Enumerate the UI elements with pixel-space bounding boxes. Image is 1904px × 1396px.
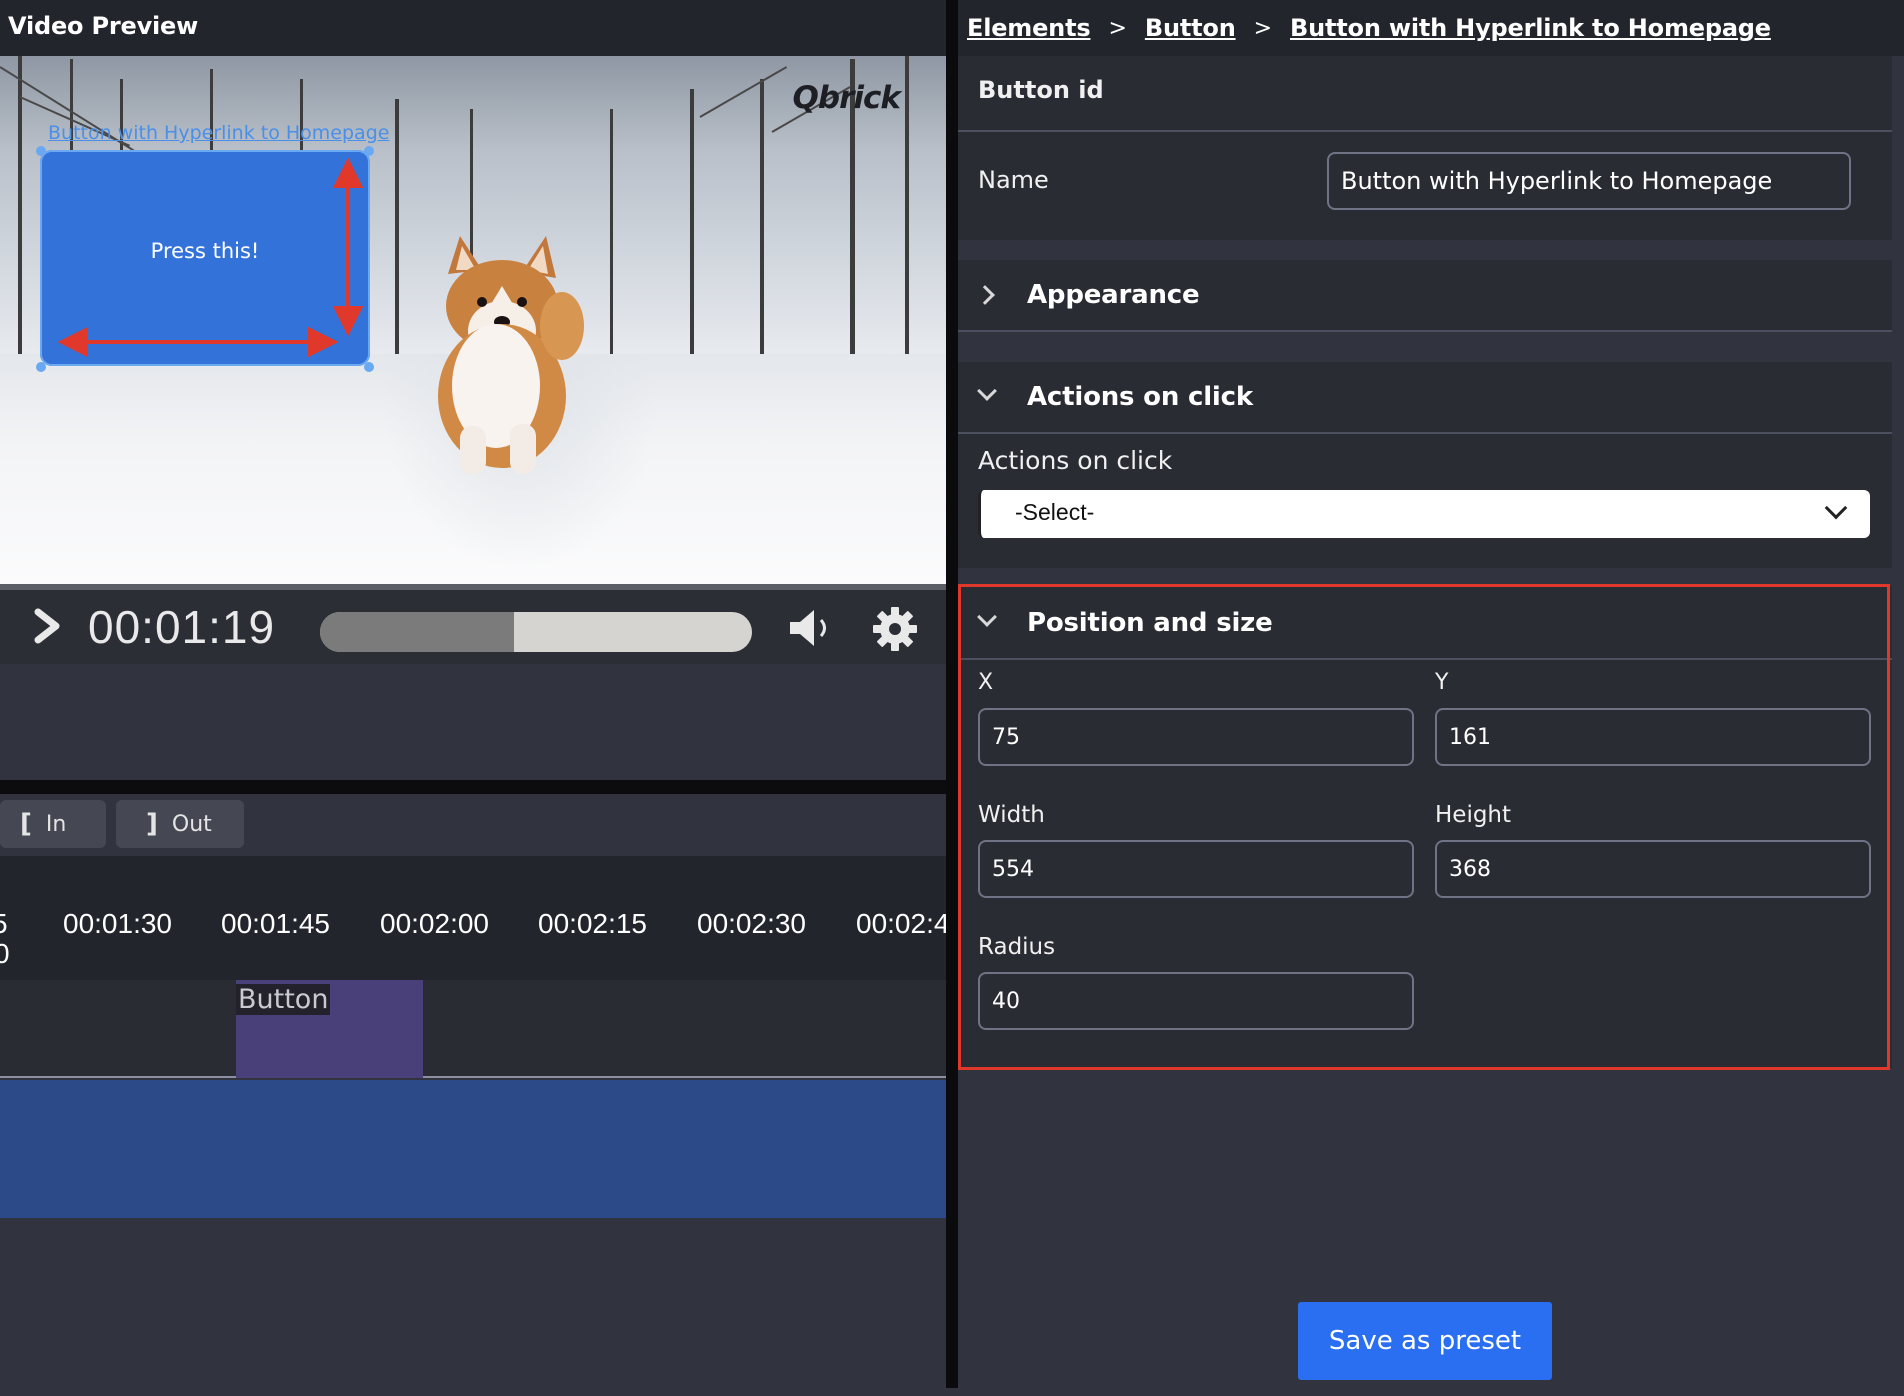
name-input[interactable]: Button with Hyperlink to Homepage (1327, 152, 1851, 210)
actions-select-value: -Select- (1015, 499, 1095, 525)
pane-divider[interactable] (0, 780, 946, 794)
set-in-button[interactable]: [ In (0, 800, 106, 848)
panel-splitter-gap (946, 1388, 958, 1396)
actions-select[interactable]: -Select- (978, 490, 1870, 538)
video-track[interactable] (0, 1080, 946, 1218)
player-controls: 00:01:19 (0, 584, 946, 664)
breadcrumb-elements[interactable]: Elements (967, 14, 1091, 42)
ruler-tick: 00:02:00 (380, 908, 489, 939)
video-preview-header: Video Preview (0, 0, 946, 56)
breadcrumb-current-element[interactable]: Button with Hyperlink to Homepage (1290, 14, 1771, 42)
button-id-label: Button id (978, 76, 1104, 104)
appearance-section-header[interactable]: Appearance (958, 260, 1892, 332)
preview-spacer (0, 664, 946, 780)
ruler-tick: 00:02:15 (538, 908, 647, 939)
set-out-button[interactable]: ] Out (116, 800, 244, 848)
highlight-box (958, 584, 1890, 1070)
chevron-down-icon (977, 381, 997, 401)
element-track: Button (0, 980, 946, 1078)
in-out-toolbar: [ In ] Out (0, 794, 946, 856)
overlay-button-name-label: Button with Hyperlink to Homepage (48, 122, 390, 144)
ruler-tick: 00:01:45 (221, 908, 330, 939)
tree (760, 79, 764, 379)
set-in-label: In (45, 811, 67, 837)
ruler-tick: 00:01:30 (63, 908, 172, 939)
tree (905, 56, 909, 379)
corgi-dog-image (438, 236, 584, 474)
breadcrumb: Elements > Button > Button with Hyperlin… (958, 0, 1904, 56)
progress-fill (320, 612, 515, 652)
save-as-preset-button[interactable]: Save as preset (1298, 1302, 1552, 1380)
video-frame[interactable]: Qbrick Button with Hyperlink to Homepage… (0, 56, 946, 584)
actions-section-header[interactable]: Actions on click (958, 362, 1892, 434)
video-preview-title: Video Preview (8, 12, 199, 40)
chevron-down-icon (1824, 496, 1848, 520)
ruler-tick: 00:02:30 (697, 908, 806, 939)
size-annotation-arrows (57, 157, 364, 358)
tree (18, 56, 22, 379)
appearance-title: Appearance (1027, 280, 1200, 310)
play-icon[interactable] (30, 608, 64, 644)
tree (395, 99, 399, 379)
actions-title: Actions on click (1027, 382, 1253, 412)
timeline-ruler[interactable]: 5 0 00:01:30 00:01:45 00:02:00 00:02:15 … (0, 856, 946, 980)
set-out-label: Out (171, 811, 212, 837)
ruler-tick-partial: 5 (0, 908, 8, 940)
playback-timecode: 00:01:19 (88, 601, 276, 653)
out-bracket-icon: ] (146, 809, 158, 839)
breadcrumb-chevron-icon: > (1108, 15, 1127, 41)
panel-splitter[interactable] (946, 0, 958, 1396)
volume-icon[interactable] (788, 608, 838, 648)
chevron-right-icon (975, 285, 995, 305)
properties-panel: Elements > Button > Button with Hyperlin… (958, 0, 1904, 1396)
branch (699, 66, 788, 118)
editor-left-pane: Video Preview Qbrick Button with Hyperli… (0, 0, 946, 1396)
gear-icon[interactable] (872, 606, 918, 652)
ruler-tick-partial: 0 (0, 938, 10, 969)
ruler-tick: 00:02:4 (856, 908, 946, 939)
brand-logo: Qbrick (792, 80, 901, 116)
in-bracket-icon: [ (20, 809, 32, 839)
breadcrumb-chevron-icon: > (1253, 15, 1273, 41)
button-clip-label: Button (236, 984, 331, 1015)
actions-label: Actions on click (978, 446, 1173, 475)
button-clip[interactable]: Button (236, 980, 423, 1078)
tree (690, 89, 694, 379)
breadcrumb-button[interactable]: Button (1145, 14, 1236, 42)
identity-section: Button id Name Button with Hyperlink to … (958, 56, 1892, 240)
playback-progress-bar[interactable] (320, 612, 752, 652)
name-label: Name (978, 166, 1049, 194)
tree (610, 109, 613, 379)
button-id-row: Button id (958, 56, 1892, 132)
